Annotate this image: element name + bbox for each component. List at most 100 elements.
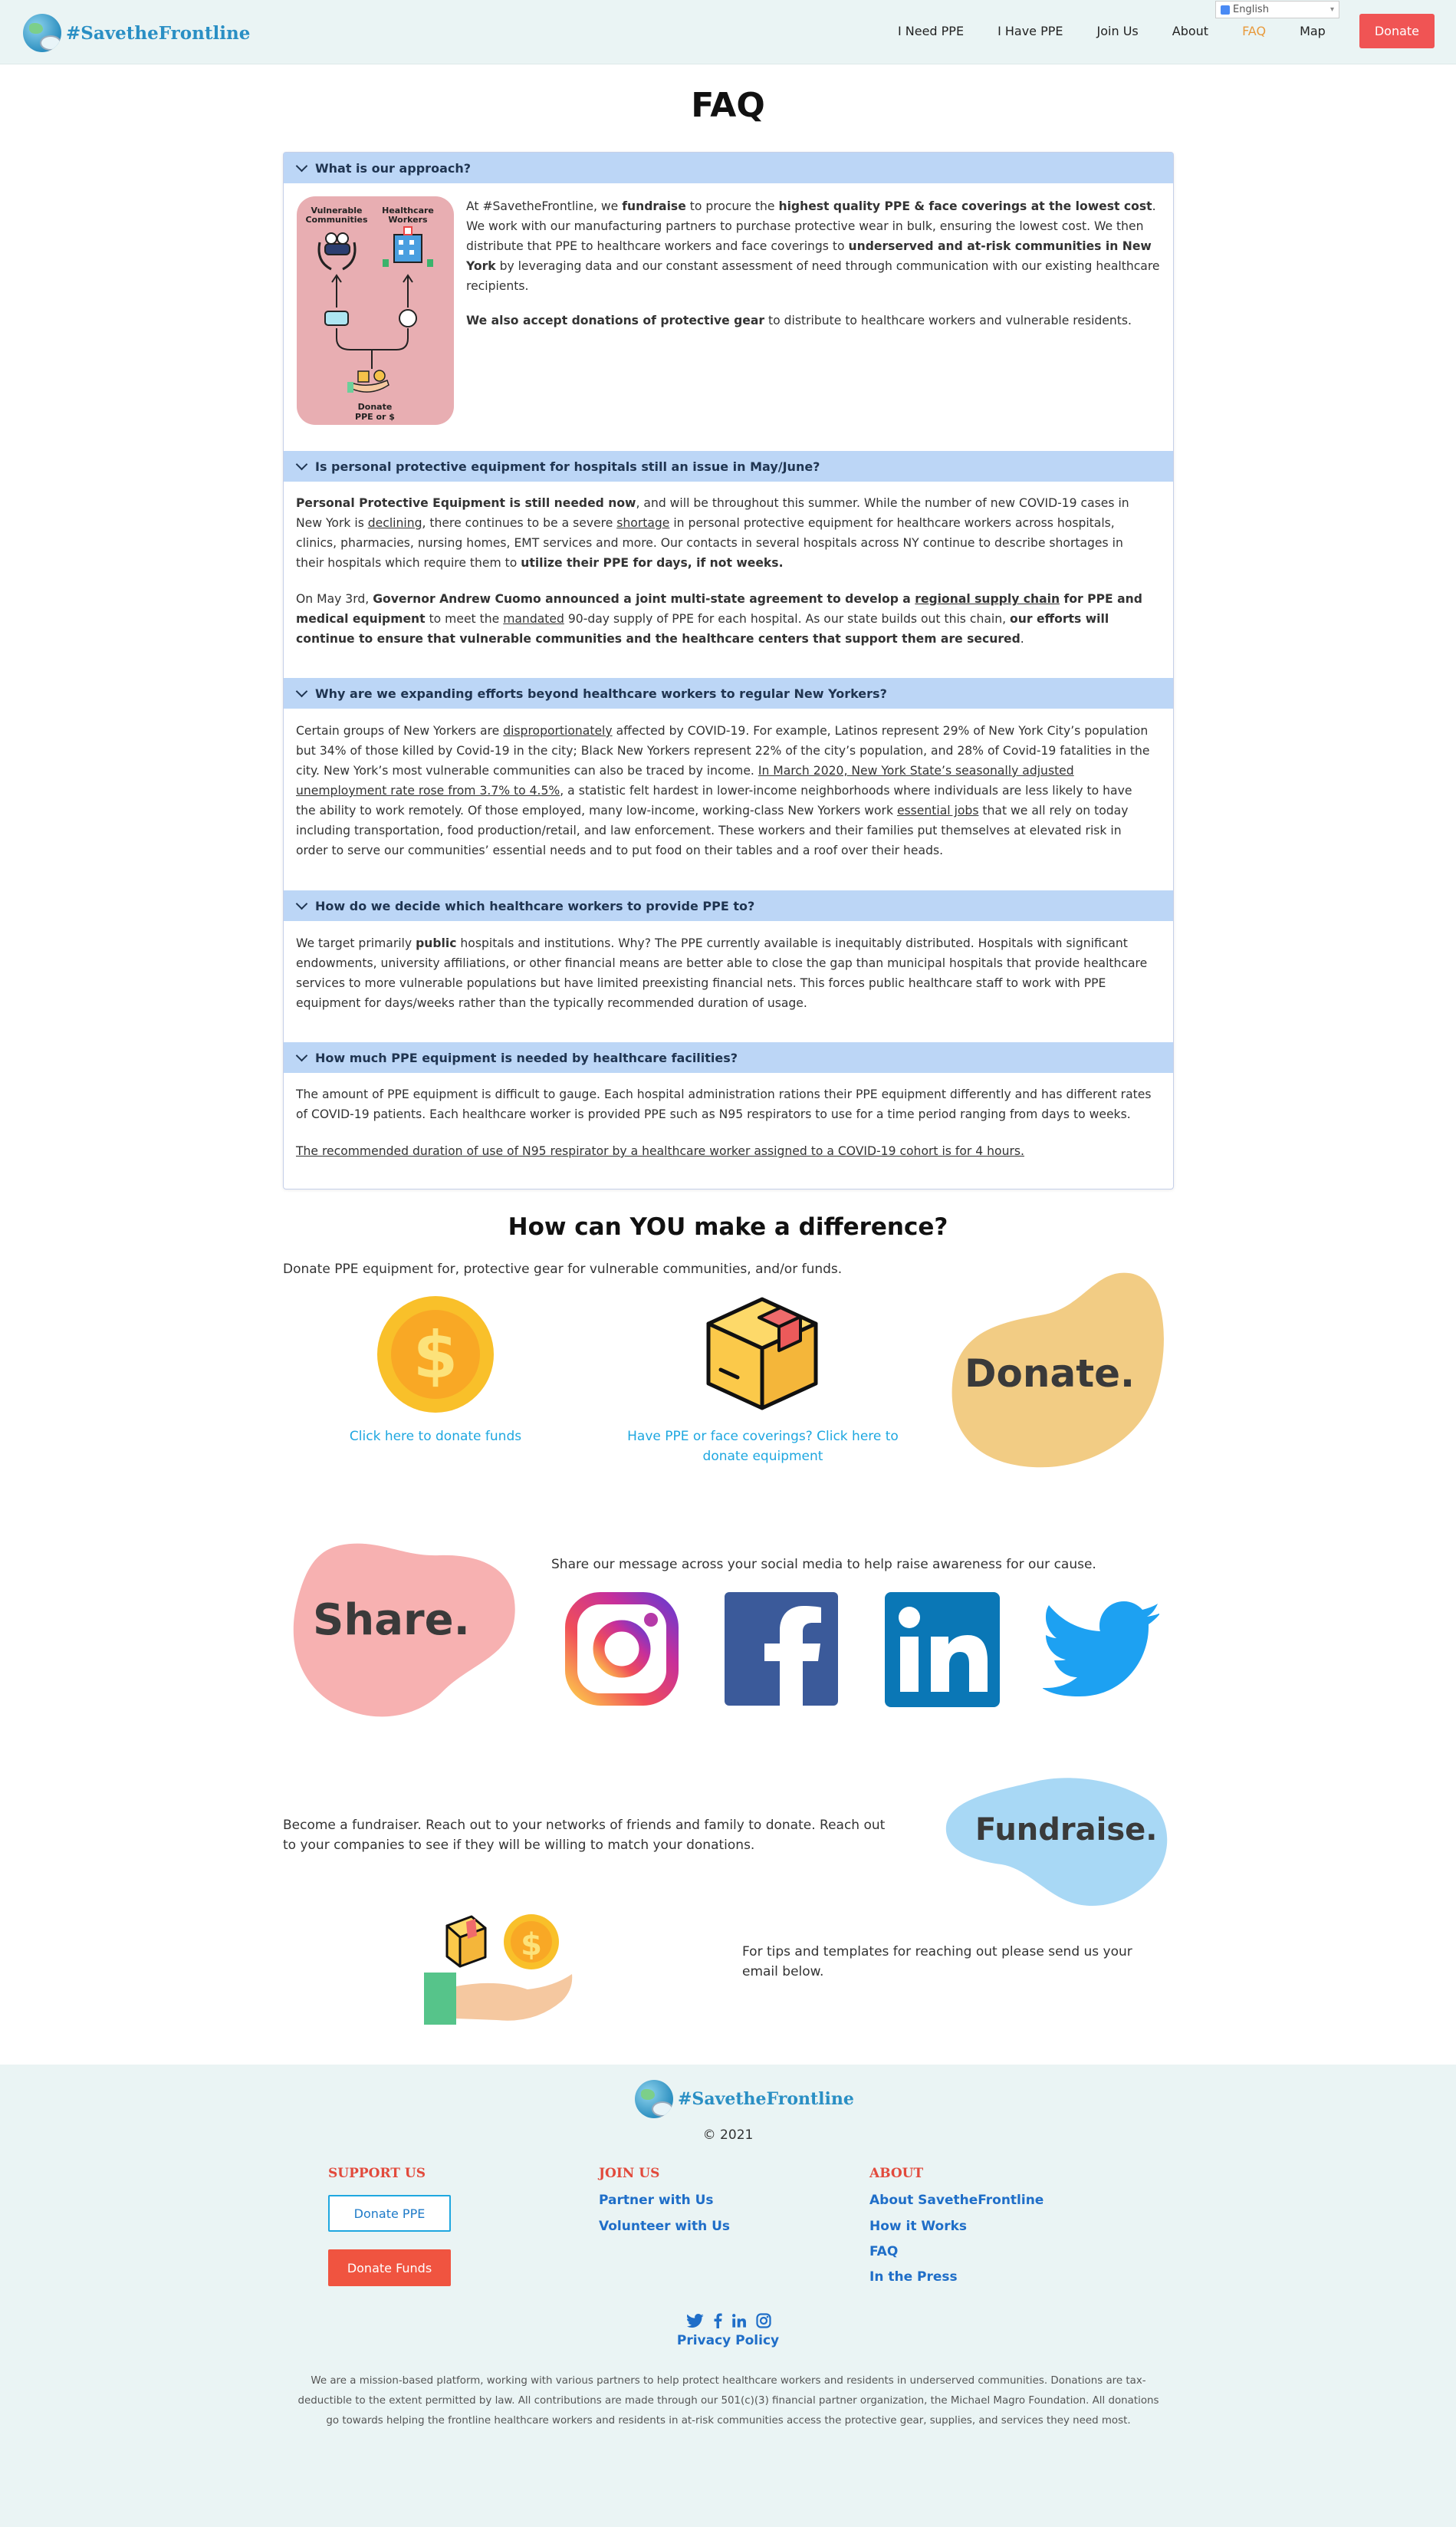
chevron-down-icon bbox=[295, 685, 308, 697]
vulnerable-label-2: Communities bbox=[305, 215, 367, 225]
svg-text:$: $ bbox=[521, 1927, 542, 1963]
footer-link-press[interactable]: In the Press bbox=[869, 2269, 958, 2285]
nav-map[interactable]: Map bbox=[1300, 24, 1326, 38]
approach-diagram: Vulnerable Communities Healthcare Worker… bbox=[305, 206, 433, 422]
healthcare-label-2: Workers bbox=[388, 215, 428, 225]
faq-question-text: Why are we expanding efforts beyond heal… bbox=[315, 686, 887, 701]
donate-hand-icon bbox=[347, 370, 389, 393]
hospital-icon bbox=[383, 226, 433, 267]
inline-link[interactable]: mandated bbox=[503, 612, 564, 626]
inline-link[interactable]: shortage bbox=[616, 516, 669, 530]
face-mask-icon bbox=[324, 311, 349, 326]
site-header: #SavetheFrontline English ▾ I Need PPE I… bbox=[0, 0, 1456, 64]
text-run: . bbox=[1020, 632, 1024, 646]
footer-link-about[interactable]: About SavetheFrontline bbox=[869, 2193, 1044, 2208]
instagram-icon[interactable] bbox=[756, 2313, 771, 2328]
donate-label-1: Donate bbox=[358, 402, 393, 412]
share-text: Share our message across your social med… bbox=[551, 1557, 1096, 1572]
footer-donate-ppe-button[interactable]: Donate PPE bbox=[328, 2195, 451, 2232]
fundraise-text: Become a fundraiser. Reach out to your n… bbox=[283, 1818, 886, 1853]
page-title: FAQ bbox=[691, 86, 765, 125]
twitter-icon[interactable] bbox=[687, 2314, 704, 2328]
site-logo[interactable]: #SavetheFrontline bbox=[23, 14, 250, 52]
footer-link-partner[interactable]: Partner with Us bbox=[599, 2193, 714, 2208]
text-run: to procure the bbox=[685, 199, 779, 213]
footer-link-faq[interactable]: FAQ bbox=[869, 2244, 898, 2259]
logo-text: #SavetheFrontline bbox=[66, 22, 251, 44]
text-run: , there continues to be a severe bbox=[422, 516, 617, 530]
faq-question-text: Is personal protective equipment for hos… bbox=[315, 459, 820, 474]
chevron-down-icon bbox=[295, 160, 308, 172]
instagram-icon[interactable] bbox=[565, 1592, 679, 1706]
faq-question-expanding-efforts[interactable]: Why are we expanding efforts beyond heal… bbox=[284, 678, 1173, 709]
nav-join-us[interactable]: Join Us bbox=[1097, 24, 1139, 38]
nav-i-have-ppe[interactable]: I Have PPE bbox=[998, 24, 1063, 38]
footer-link-volunteer[interactable]: Volunteer with Us bbox=[599, 2219, 730, 2234]
faq-question-which-workers[interactable]: How do we decide which healthcare worker… bbox=[284, 890, 1173, 921]
text-run: 90-day supply of PPE for each hospital. … bbox=[564, 612, 1011, 626]
inline-link[interactable]: essential jobs bbox=[897, 804, 979, 818]
text-run: fundraise bbox=[622, 199, 686, 213]
inline-link[interactable]: declining bbox=[368, 516, 422, 530]
chevron-down-icon bbox=[295, 458, 308, 470]
coin-dollar-icon[interactable]: $ bbox=[376, 1295, 495, 1414]
footer-logo-text: #SavetheFrontline bbox=[678, 2089, 854, 2109]
donate-blob-text: Donate. bbox=[965, 1351, 1135, 1396]
text-run: At #SavetheFrontline, we bbox=[466, 199, 623, 213]
ppe-issue-paragraph-1: Personal Protective Equipment is still n… bbox=[296, 493, 1155, 573]
donate-equipment-link[interactable]: Have PPE or face coverings? Click here t… bbox=[617, 1426, 909, 1466]
faq-question-ppe-still-issue[interactable]: Is personal protective equipment for hos… bbox=[284, 451, 1173, 482]
text-run: The amount of PPE equipment is difficult… bbox=[296, 1087, 1152, 1121]
footer-donate-funds-button[interactable]: Donate Funds bbox=[328, 2249, 451, 2286]
svg-text:$: $ bbox=[413, 1318, 458, 1393]
nav-about[interactable]: About bbox=[1172, 24, 1208, 38]
how-much-ppe-paragraph-1: The amount of PPE equipment is difficult… bbox=[296, 1084, 1155, 1124]
text-run: to meet the bbox=[425, 612, 504, 626]
tips-text: For tips and templates for reaching out … bbox=[742, 1944, 1132, 1979]
faq-question-approach[interactable]: What is our approach? bbox=[284, 153, 1173, 183]
footer-logo[interactable]: #SavetheFrontline bbox=[635, 2080, 854, 2118]
which-workers-paragraph: We target primarily public hospitals and… bbox=[296, 933, 1155, 1013]
donate-funds-link[interactable]: Click here to donate funds bbox=[322, 1426, 549, 1446]
join-heading: JOIN US bbox=[599, 2166, 660, 2181]
fundraise-blob-text: Fundraise. bbox=[975, 1812, 1158, 1848]
text-run: utilize their PPE for days, if not weeks… bbox=[521, 556, 784, 570]
box-icon[interactable] bbox=[705, 1296, 819, 1411]
footer-link-how-it-works[interactable]: How it Works bbox=[869, 2219, 967, 2234]
globe-logo-icon bbox=[635, 2080, 673, 2118]
text-run: Personal Protective Equipment is still n… bbox=[296, 496, 636, 510]
linkedin-icon[interactable] bbox=[731, 2313, 747, 2328]
faq-question-text: How do we decide which healthcare worker… bbox=[315, 898, 755, 913]
footer-about-text: We are a mission-based platform, working… bbox=[297, 2375, 1159, 2427]
facebook-icon[interactable] bbox=[713, 2313, 722, 2328]
nav-i-need-ppe[interactable]: I Need PPE bbox=[898, 24, 964, 38]
globe-logo-icon bbox=[23, 14, 61, 52]
text-run: Governor Andrew Cuomo announced a joint … bbox=[373, 592, 915, 606]
support-heading: SUPPORT US bbox=[328, 2166, 426, 2181]
main-nav: I Need PPE I Have PPE Join Us About FAQ … bbox=[864, 12, 1435, 49]
family-icon bbox=[317, 232, 357, 271]
expanding-efforts-paragraph: Certain groups of New Yorkers are dispro… bbox=[296, 721, 1155, 860]
text-run: On May 3rd, bbox=[296, 592, 373, 606]
text-run: Certain groups of New Yorkers are bbox=[296, 724, 504, 738]
inline-link[interactable]: The recommended duration of use of N95 r… bbox=[296, 1144, 1024, 1158]
privacy-policy-link[interactable]: Privacy Policy bbox=[0, 2333, 1456, 2348]
nav-faq[interactable]: FAQ bbox=[1242, 24, 1266, 38]
text-run: highest quality PPE & face coverings at … bbox=[778, 199, 1152, 213]
faq-question-how-much-ppe[interactable]: How much PPE equipment is needed by heal… bbox=[284, 1042, 1173, 1073]
copyright: © 2021 bbox=[702, 2127, 754, 2143]
twitter-icon[interactable] bbox=[1043, 1601, 1159, 1696]
how-much-ppe-paragraph-2[interactable]: The recommended duration of use of N95 r… bbox=[296, 1141, 1155, 1161]
chevron-down-icon bbox=[295, 1049, 308, 1061]
linkedin-icon[interactable] bbox=[885, 1592, 1000, 1707]
difference-heading: How can YOU make a difference? bbox=[508, 1213, 948, 1241]
inline-link[interactable]: disproportionately bbox=[503, 724, 612, 738]
inline-link[interactable]: regional supply chain bbox=[915, 592, 1060, 606]
text-run: to distribute to healthcare workers and … bbox=[764, 314, 1132, 327]
text-run: We target primarily bbox=[296, 936, 416, 950]
approach-graphic: Vulnerable Communities Healthcare Worker… bbox=[297, 196, 454, 425]
text-run: public bbox=[416, 936, 457, 950]
facebook-icon[interactable] bbox=[725, 1592, 838, 1706]
header-donate-button[interactable]: Donate bbox=[1359, 13, 1435, 48]
approach-paragraph-1: At #SavetheFrontline, we fundraise to pr… bbox=[466, 196, 1160, 296]
